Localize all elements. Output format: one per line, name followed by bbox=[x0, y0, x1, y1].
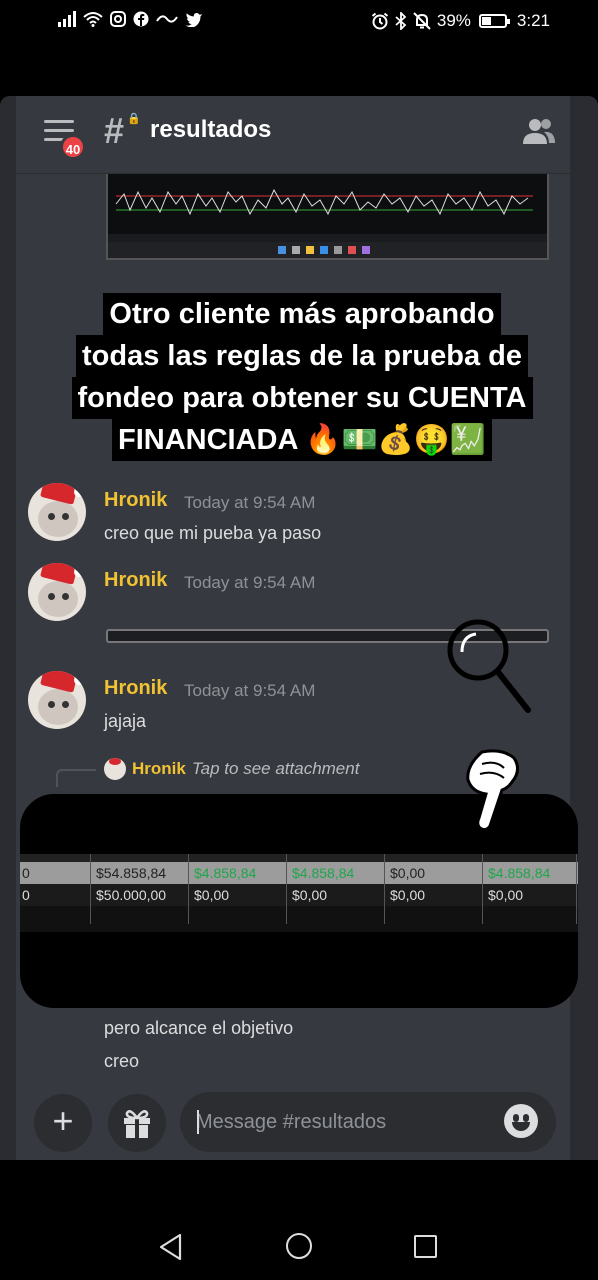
magnifier-icon bbox=[447, 619, 531, 713]
gift-button[interactable] bbox=[108, 1094, 166, 1152]
mute-icon bbox=[413, 12, 431, 30]
status-bar: 39% 3:21 bbox=[0, 0, 598, 44]
signal-icon bbox=[58, 11, 76, 27]
message-item: Hronik Today at 9:54 AM creo que mi pueb… bbox=[16, 481, 570, 551]
system-nav-bar bbox=[0, 1200, 598, 1280]
message-text: jajaja bbox=[104, 711, 147, 731]
members-icon[interactable] bbox=[522, 116, 556, 146]
table-cell: $54.858,84 bbox=[96, 865, 167, 881]
message-text: creo que mi pueba ya paso bbox=[104, 523, 322, 543]
home-icon[interactable] bbox=[286, 1233, 312, 1259]
emoji-icon[interactable] bbox=[504, 1104, 538, 1138]
recents-icon[interactable] bbox=[414, 1235, 437, 1258]
message-timestamp: Today at 9:54 AM bbox=[184, 681, 316, 700]
channel-name: resultados bbox=[150, 116, 272, 143]
table-cell: $0,00 bbox=[390, 865, 426, 881]
facebook-icon bbox=[133, 11, 149, 27]
gift-icon bbox=[124, 1110, 150, 1138]
reply-avatar bbox=[104, 758, 126, 780]
video-caption-overlay: Otro cliente más aprobando todas las reg… bbox=[38, 293, 566, 461]
table-cell: 0 bbox=[22, 887, 30, 903]
reply-author: Hronik bbox=[132, 759, 186, 778]
status-right-icons: 39% 3:21 bbox=[371, 11, 550, 31]
caption-line: FINANCIADA 🔥💵💰🤑💹 bbox=[112, 419, 492, 461]
status-left-icons bbox=[58, 11, 203, 27]
avatar[interactable] bbox=[28, 671, 86, 729]
app-icon bbox=[156, 15, 178, 23]
notification-badge: 40 bbox=[60, 134, 86, 160]
table-row: 0 $54.858,84 $4.858,84 $4.858,84 $0,00 $… bbox=[20, 862, 578, 884]
table-cell: $4.858,84 bbox=[194, 865, 257, 881]
table-cell: $0,00 bbox=[488, 887, 524, 903]
clock-time: 3:21 bbox=[516, 11, 550, 30]
table-cell: $4.858,84 bbox=[292, 865, 355, 881]
caption-line: fondeo para obtener su CUENTA bbox=[71, 377, 533, 419]
twitter-icon bbox=[185, 12, 202, 27]
message-author[interactable]: Hronik bbox=[104, 489, 167, 512]
table-cell: $0,00 bbox=[194, 887, 230, 903]
alarm-icon bbox=[371, 12, 389, 30]
caption-line: Otro cliente más aprobando bbox=[103, 293, 501, 335]
back-icon[interactable] bbox=[158, 1233, 184, 1261]
table-cell: $0,00 bbox=[390, 887, 426, 903]
caption-line: todas las reglas de la prueba de bbox=[76, 335, 528, 377]
table-cell: $50.000,00 bbox=[96, 887, 167, 903]
channel-hash-icon: # bbox=[104, 110, 125, 151]
reply-connector bbox=[56, 769, 96, 787]
message-author[interactable]: Hronik bbox=[104, 677, 167, 700]
add-attachment-button[interactable]: + bbox=[34, 1094, 92, 1152]
instagram-icon bbox=[110, 11, 126, 27]
account-table-image: 0 $54.858,84 $4.858,84 $4.858,84 $0,00 $… bbox=[20, 854, 578, 932]
message-input-box[interactable] bbox=[180, 1092, 556, 1152]
message-composer: + bbox=[16, 1082, 570, 1160]
table-cell: 0 bbox=[22, 865, 30, 881]
avatar[interactable] bbox=[28, 563, 86, 621]
bluetooth-icon bbox=[395, 12, 407, 30]
lock-icon: 🔒 bbox=[127, 113, 141, 125]
battery-icon bbox=[478, 14, 510, 28]
reply-reference[interactable]: Hronik Tap to see attachment bbox=[104, 758, 359, 780]
message-text: pero alcance el objetivo bbox=[104, 1018, 294, 1038]
plus-icon: + bbox=[52, 1100, 74, 1141]
message-timestamp: Today at 9:54 AM bbox=[184, 573, 316, 592]
table-cell: $0,00 bbox=[292, 887, 328, 903]
text-cursor bbox=[197, 1110, 199, 1134]
discord-app: 40 # 🔒 resultados Otro cliente más aprob… bbox=[0, 96, 598, 1160]
avatar[interactable] bbox=[28, 483, 86, 541]
message-author[interactable]: Hronik bbox=[104, 569, 167, 592]
message-text: creo bbox=[104, 1051, 140, 1071]
pointing-hand-icon bbox=[466, 749, 519, 832]
wifi-icon bbox=[83, 12, 103, 27]
battery-percent: 39% bbox=[436, 11, 471, 30]
chart-image-attachment[interactable] bbox=[106, 172, 549, 260]
channel-header: 40 # 🔒 resultados bbox=[16, 96, 570, 174]
message-input[interactable] bbox=[196, 1092, 486, 1152]
message-timestamp: Today at 9:54 AM bbox=[184, 493, 316, 512]
table-row: 0 $50.000,00 $0,00 $0,00 $0,00 $0,00 bbox=[20, 884, 578, 906]
reply-text: Tap to see attachment bbox=[191, 759, 360, 778]
table-cell: $4.858,84 bbox=[488, 865, 551, 881]
